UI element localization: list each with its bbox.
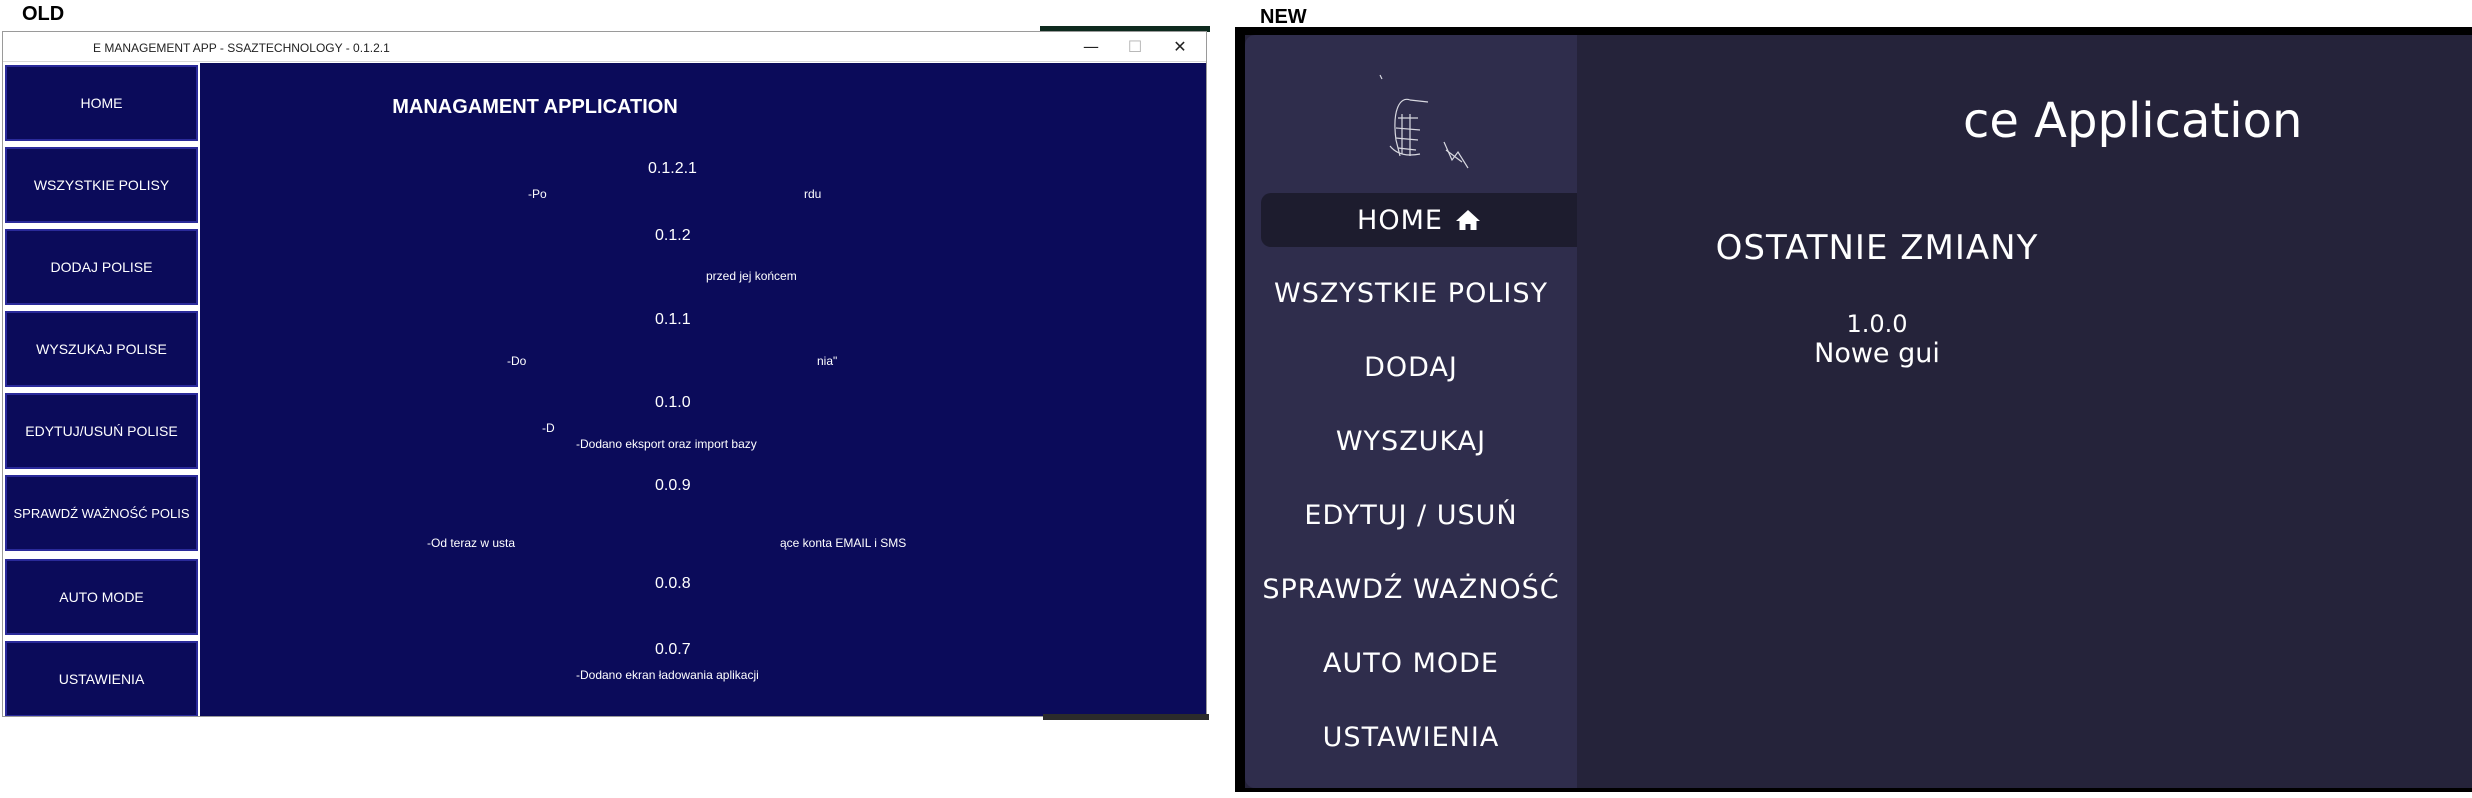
close-icon[interactable]: ✕ — [1158, 35, 1202, 59]
latest-version: 1.0.0 — [1846, 310, 1908, 338]
old-nav-auto-mode-button[interactable]: AUTO MODE — [5, 559, 198, 635]
new-nav-settings-button[interactable]: USTAWIENIA — [1245, 710, 1577, 764]
changelog-version: 0.1.0 — [655, 394, 691, 411]
recent-changes-heading: OSTATNIE ZMIANY — [1715, 228, 2039, 268]
new-nav-home-button[interactable]: HOME — [1261, 193, 1577, 247]
changelog-version: 0.0.8 — [655, 575, 691, 592]
minimize-icon[interactable]: — — [1069, 35, 1113, 59]
old-nav-all-policies-button[interactable]: WSZYSTKIE POLISY — [5, 147, 198, 223]
old-panel-label: OLD — [22, 3, 65, 25]
changelog-version: 0.0.7 — [655, 641, 691, 658]
app-logo — [1379, 74, 1469, 169]
changelog-version: 0.1.1 — [655, 311, 691, 328]
old-nav-search-policy-button[interactable]: WYSZUKAJ POLISE — [5, 311, 198, 387]
old-nav-home-button[interactable]: HOME — [5, 65, 198, 141]
maximize-icon[interactable]: ☐ — [1113, 35, 1157, 59]
old-app-body: HOME WSZYSTKIE POLISY DODAJ POLISE WYSZU… — [3, 63, 1206, 716]
latest-version-note: Nowe gui — [1814, 338, 1940, 369]
new-nav-auto-mode-button[interactable]: AUTO MODE — [1245, 636, 1577, 690]
new-nav-all-policies-button[interactable]: WSZYSTKIE POLISY — [1245, 266, 1577, 320]
old-main-content: MANAGAMENT APPLICATION 0.1.2.1 -Po rdu 0… — [200, 63, 1206, 716]
new-nav-edit-delete-button[interactable]: EDYTUJ / USUŃ — [1245, 488, 1577, 542]
changelog-version: 0.0.9 — [655, 477, 691, 494]
old-nav-check-validity-button[interactable]: SPRAWDŹ WAŻNOŚĆ POLIS — [5, 475, 198, 551]
changelog-note: ące konta EMAIL i SMS — [780, 536, 907, 550]
window-title: E MANAGEMENT APP - SSAZTECHNOLOGY - 0.1.… — [93, 41, 390, 55]
new-nav-check-validity-button[interactable]: SPRAWDŹ WAŻNOŚĆ — [1245, 562, 1577, 616]
new-sidebar: HOME WSZYSTKIE POLISY DODAJ WYSZUKAJ EDY… — [1245, 35, 1577, 788]
old-nav-add-policy-button[interactable]: DODAJ POLISE — [5, 229, 198, 305]
changelog-note: -D — [542, 421, 555, 435]
old-sidebar: HOME WSZYSTKIE POLISY DODAJ POLISE WYSZU… — [3, 63, 200, 716]
old-nav-edit-delete-policy-button[interactable]: EDYTUJ/USUŃ POLISE — [5, 393, 198, 469]
new-app-window: HOME WSZYSTKIE POLISY DODAJ WYSZUKAJ EDY… — [1235, 27, 2472, 792]
changelog-note: -Po — [528, 187, 547, 201]
changelog-note: rdu — [804, 187, 822, 201]
background-strip — [1043, 714, 1209, 720]
new-nav-home-label: HOME — [1357, 204, 1443, 236]
new-panel-label: NEW — [1260, 6, 1307, 28]
new-nav-add-button[interactable]: DODAJ — [1245, 340, 1577, 394]
changelog-version: 0.1.2 — [655, 227, 691, 244]
old-page-title: MANAGAMENT APPLICATION — [392, 96, 678, 118]
changelog-note: przed jej końcem — [706, 269, 797, 283]
home-icon — [1455, 210, 1480, 230]
changelog-version: 0.1.2.1 — [648, 160, 697, 177]
changelog-note: nia" — [817, 354, 838, 368]
changelog-note: -Do — [507, 354, 527, 368]
new-page-title: ce Application — [1963, 93, 2303, 149]
new-main-content: ce Application OSTATNIE ZMIANY 1.0.0 Now… — [1577, 35, 2472, 788]
changelog-note: -Dodano ekran ładowania aplikacji — [576, 668, 759, 682]
old-nav-settings-button[interactable]: USTAWIENIA — [5, 641, 198, 716]
changelog-note: -Od teraz w usta — [427, 536, 516, 550]
window-titlebar[interactable]: E MANAGEMENT APP - SSAZTECHNOLOGY - 0.1.… — [3, 32, 1206, 62]
changelog-note: -Dodano eksport oraz import bazy — [576, 437, 757, 451]
new-nav-search-button[interactable]: WYSZUKAJ — [1245, 414, 1577, 468]
old-app-window: E MANAGEMENT APP - SSAZTECHNOLOGY - 0.1.… — [2, 31, 1207, 717]
new-app-body: HOME WSZYSTKIE POLISY DODAJ WYSZUKAJ EDY… — [1245, 35, 2472, 788]
